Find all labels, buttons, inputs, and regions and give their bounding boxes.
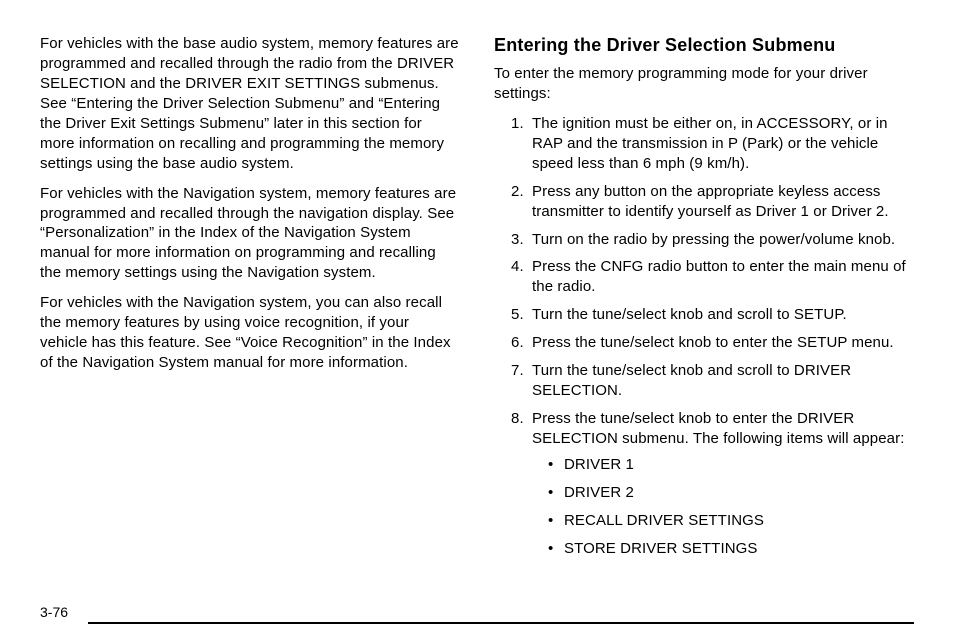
paragraph: For vehicles with the Navigation system,…: [40, 184, 460, 284]
step-text: Press the tune/select knob to enter the …: [532, 410, 904, 447]
two-column-layout: For vehicles with the base audio system,…: [40, 34, 914, 614]
paragraph: For vehicles with the Navigation system,…: [40, 293, 460, 373]
section-heading: Entering the Driver Selection Submenu: [494, 34, 914, 58]
list-item: Press the tune/select knob to enter the …: [528, 409, 914, 559]
list-item: Press the tune/select knob to enter the …: [528, 333, 914, 353]
list-item: STORE DRIVER SETTINGS: [548, 539, 914, 559]
list-item: Turn the tune/select knob and scroll to …: [528, 361, 914, 401]
sub-bullets: DRIVER 1 DRIVER 2 RECALL DRIVER SETTINGS…: [532, 455, 914, 559]
right-column: Entering the Driver Selection Submenu To…: [494, 34, 914, 614]
list-item: DRIVER 1: [548, 455, 914, 475]
list-item: RECALL DRIVER SETTINGS: [548, 511, 914, 531]
list-item: Press any button on the appropriate keyl…: [528, 182, 914, 222]
page-number: 3-76: [40, 604, 68, 620]
list-item: Turn the tune/select knob and scroll to …: [528, 305, 914, 325]
list-item: The ignition must be either on, in ACCES…: [528, 114, 914, 174]
paragraph: For vehicles with the base audio system,…: [40, 34, 460, 174]
manual-page: For vehicles with the base audio system,…: [0, 0, 954, 638]
list-item: Turn on the radio by pressing the power/…: [528, 230, 914, 250]
list-item: Press the CNFG radio button to enter the…: [528, 257, 914, 297]
footer-rule: [88, 622, 914, 624]
steps-list: The ignition must be either on, in ACCES…: [494, 114, 914, 559]
page-footer: 3-76: [40, 622, 914, 638]
left-column: For vehicles with the base audio system,…: [40, 34, 460, 614]
list-item: DRIVER 2: [548, 483, 914, 503]
intro-paragraph: To enter the memory programming mode for…: [494, 64, 914, 104]
